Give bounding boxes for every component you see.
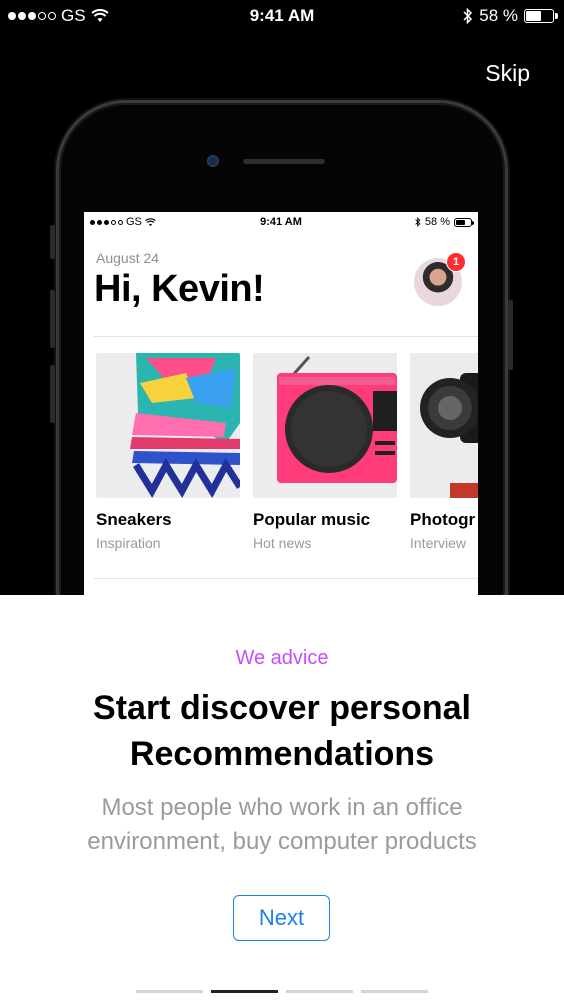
page-dot-1[interactable] — [136, 990, 203, 993]
radio-image — [253, 353, 397, 498]
camera-image — [410, 353, 478, 498]
headline-line-2: Recommendations — [129, 735, 435, 773]
page-dot-4[interactable] — [361, 990, 428, 993]
description-line-1: Most people who work in an office — [101, 794, 463, 821]
inner-bluetooth-icon — [415, 217, 421, 227]
eyebrow-label: We advice — [235, 647, 329, 669]
date-label: August 24 — [96, 250, 160, 266]
card-title: Popular music — [253, 510, 371, 529]
inner-battery-percent: 58 % — [424, 216, 450, 228]
cards-divider — [94, 578, 478, 579]
battery-percent: 58 % — [479, 6, 518, 25]
inner-status-bar: GS 9:41 AM 58 % — [84, 212, 478, 234]
sneaker-image — [96, 353, 240, 498]
card-subtitle: Hot news — [253, 535, 312, 551]
notification-badge: 1 — [446, 252, 466, 272]
card-title: Sneakers — [96, 510, 172, 529]
headline-line-1: Start discover personal — [93, 689, 471, 727]
inner-battery-icon — [454, 217, 474, 227]
card-title: Photogr — [410, 510, 476, 529]
card-carousel: Sneakers Inspiration Popular music Hot n… — [96, 353, 478, 551]
phone-screen: GS 9:41 AM 58 % August 24 Hi, Kevin! 1 S… — [84, 212, 478, 595]
avatar[interactable]: 1 — [412, 252, 466, 308]
volume-down-button — [50, 365, 55, 423]
front-camera — [207, 155, 219, 167]
description-line-2: environment, buy computer products — [87, 828, 477, 855]
page-dot-2[interactable] — [211, 990, 278, 993]
headline: Start discover personal Recommendations — [0, 685, 564, 777]
page-indicator — [136, 990, 428, 993]
card-subtitle: Interview — [410, 535, 467, 551]
mute-switch — [50, 225, 55, 259]
power-button — [508, 300, 513, 370]
description: Most people who work in an office enviro… — [40, 791, 524, 859]
status-right: 58 % — [463, 6, 558, 26]
page-dot-3[interactable] — [286, 990, 353, 993]
card-photography[interactable]: Photogr Interview — [410, 353, 478, 551]
volume-up-button — [50, 290, 55, 348]
card-popular-music[interactable]: Popular music Hot news — [253, 353, 397, 551]
onboarding-panel: We advice Start discover personal Recomm… — [0, 595, 564, 1004]
header-divider — [94, 336, 478, 337]
card-subtitle: Inspiration — [96, 535, 161, 551]
skip-button[interactable]: Skip — [485, 60, 530, 87]
bluetooth-icon — [463, 8, 473, 24]
battery-icon — [524, 9, 558, 23]
next-button[interactable]: Next — [233, 895, 330, 941]
greeting-title: Hi, Kevin! — [94, 268, 265, 310]
earpiece-speaker — [243, 159, 325, 164]
status-bar: GS 9:41 AM 58 % — [0, 0, 564, 34]
card-sneakers[interactable]: Sneakers Inspiration — [96, 353, 240, 551]
